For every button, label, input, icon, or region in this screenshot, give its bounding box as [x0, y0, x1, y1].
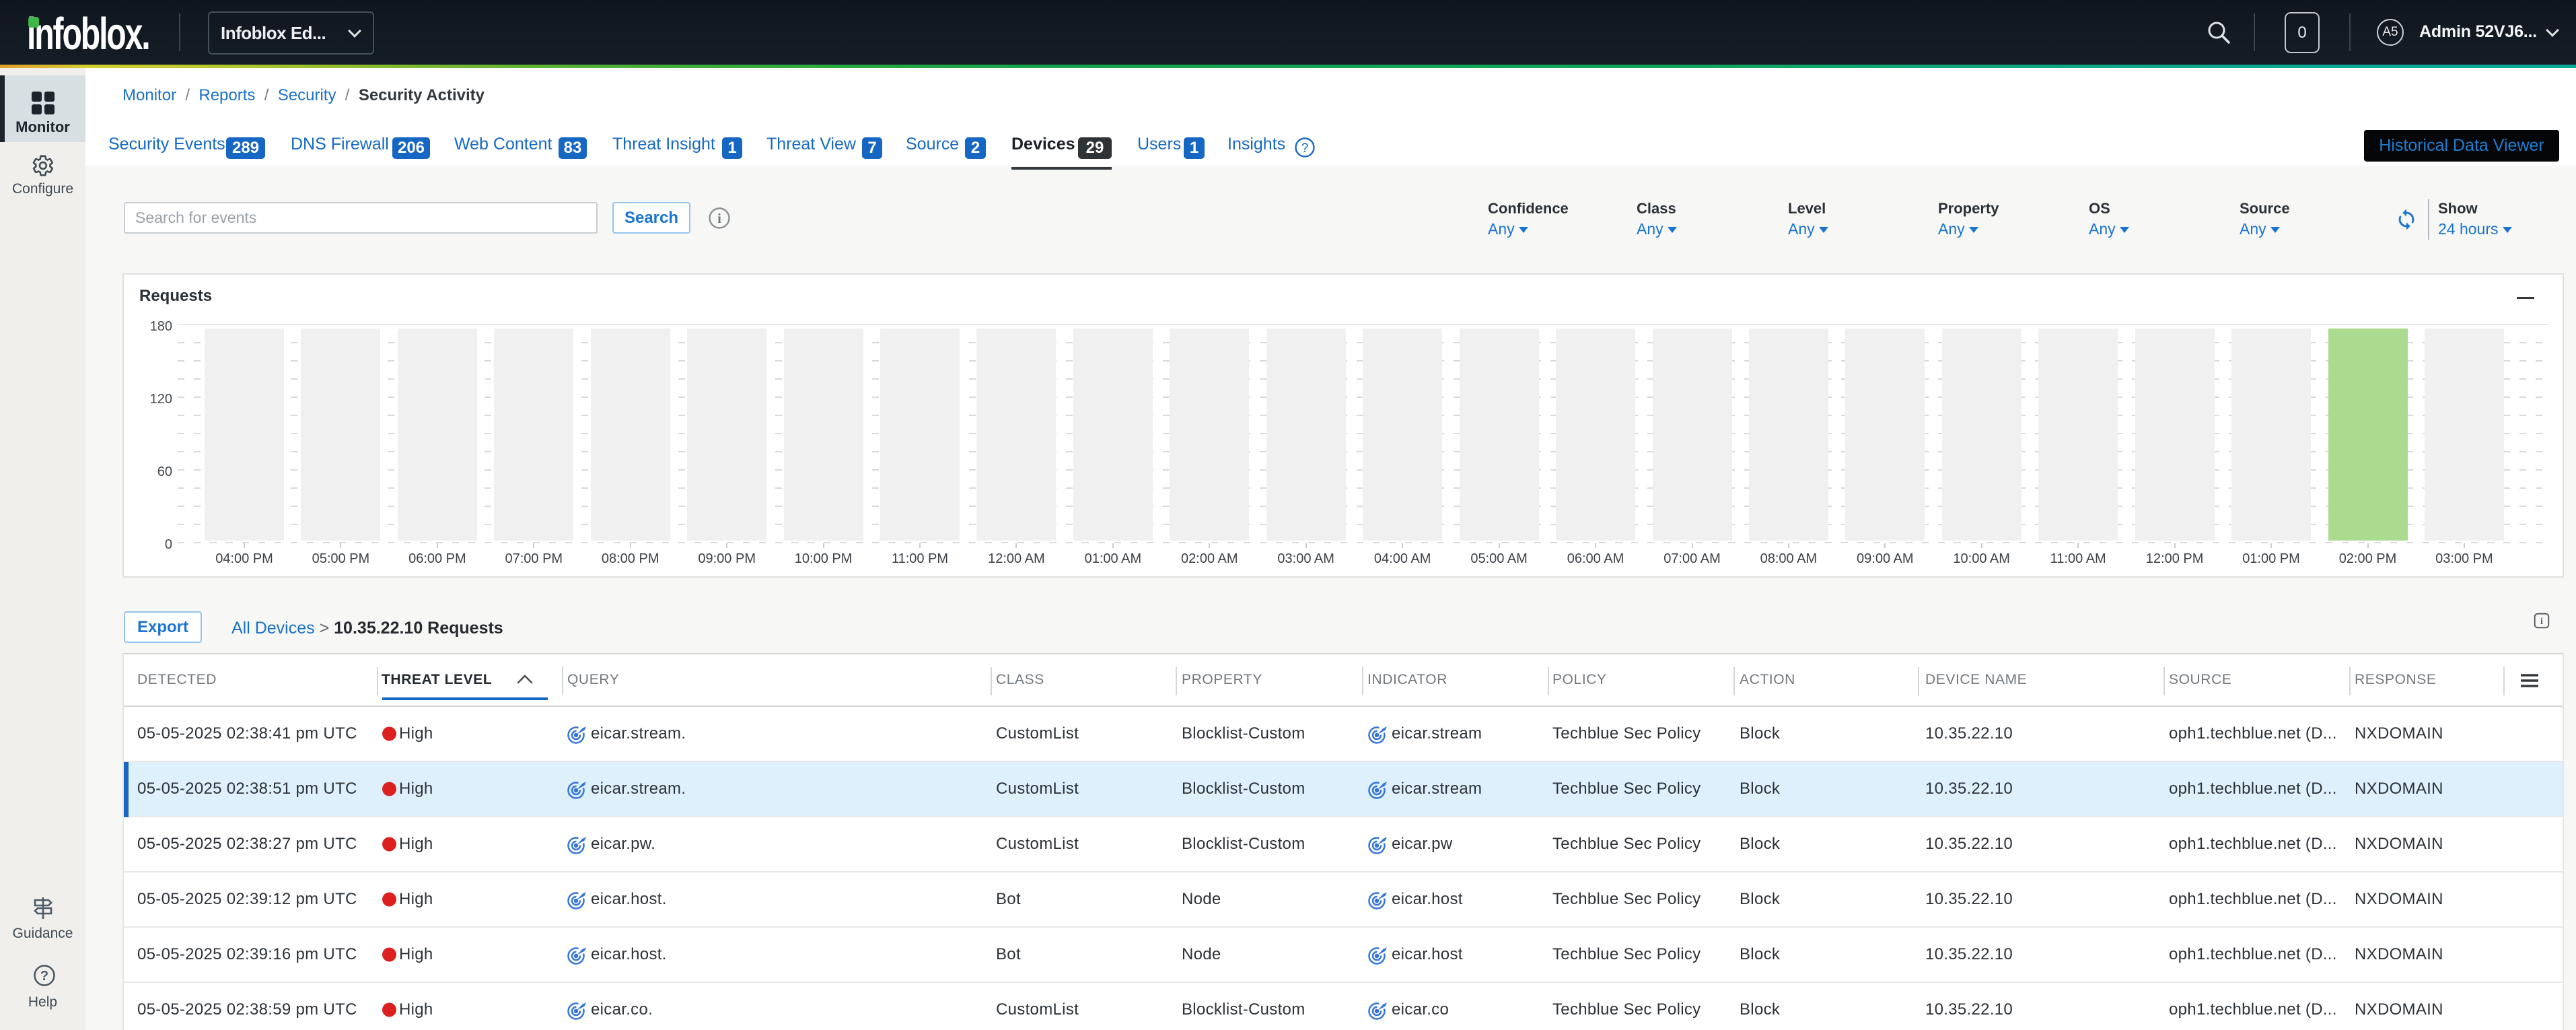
svg-text:i: i	[2540, 616, 2543, 626]
svg-text:i: i	[717, 211, 721, 226]
svg-text:?: ?	[40, 969, 48, 984]
svg-text:?: ?	[1301, 141, 1309, 156]
